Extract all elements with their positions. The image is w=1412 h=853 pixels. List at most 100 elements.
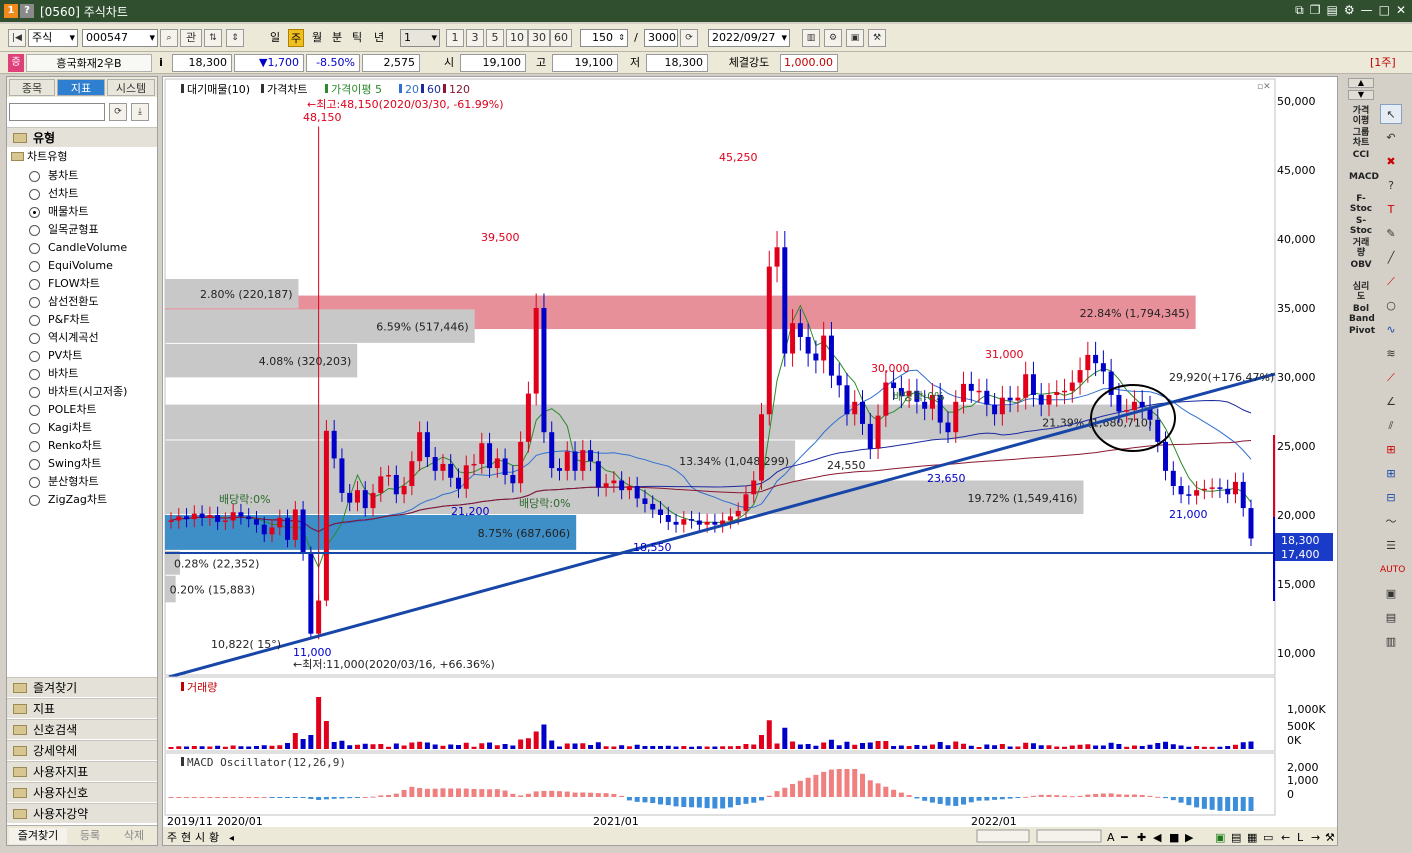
link-icon[interactable]: ⧉ <box>1295 3 1304 18</box>
interval-10[interactable]: 10 <box>506 29 528 47</box>
radio-button[interactable] <box>29 458 40 470</box>
download-icon[interactable]: ⤓ <box>131 103 149 121</box>
chart-type-item[interactable]: PV차트 <box>29 347 82 365</box>
period-tick[interactable]: 틱 <box>350 29 364 47</box>
folder-item[interactable]: 사용자신호 <box>7 782 157 802</box>
next-page-icon[interactable]: ▶ <box>1185 831 1194 844</box>
zoom-slider[interactable] <box>1036 829 1102 843</box>
folder-item[interactable]: 사용자강약 <box>7 803 157 823</box>
radio-button[interactable] <box>29 206 40 218</box>
scrollbar[interactable] <box>976 829 1030 843</box>
text-icon[interactable]: T <box>1380 200 1402 220</box>
settings-icon[interactable]: ⚙ <box>1344 3 1355 18</box>
chart-type-item[interactable]: POLE차트 <box>29 401 97 419</box>
period-day[interactable]: 일 <box>268 29 282 47</box>
chart-type-item[interactable]: Kagi차트 <box>29 419 92 437</box>
angle-icon[interactable]: ∠ <box>1380 392 1402 412</box>
radio-button[interactable] <box>29 440 40 452</box>
chart-type-item[interactable]: 바차트(시고저종) <box>29 383 127 401</box>
line-icon[interactable]: L <box>1297 831 1304 844</box>
radio-button[interactable] <box>29 368 40 380</box>
indicator-shortcut[interactable]: 그룹차트 <box>1349 128 1373 148</box>
interval-5[interactable]: 5 <box>486 29 504 47</box>
sync-icon[interactable]: ⇅ <box>204 29 222 47</box>
report-icon[interactable]: ▤ <box>1380 608 1402 628</box>
radio-button[interactable] <box>29 422 40 434</box>
close-icon[interactable]: ✕ <box>1396 3 1406 18</box>
chart-type-item[interactable]: 매물차트 <box>29 203 88 221</box>
grid-icon[interactable]: ▦ <box>1247 831 1257 844</box>
trendline-icon[interactable]: ╱ <box>1380 248 1402 268</box>
indicator-shortcut[interactable]: 심리도 <box>1349 282 1373 302</box>
indicator-search-input[interactable] <box>9 103 105 121</box>
watch-button[interactable]: 관 <box>180 29 202 47</box>
chart-icon[interactable]: ▥ <box>802 29 820 47</box>
auto-icon[interactable]: AUTO <box>1380 560 1405 580</box>
tab-market[interactable]: 시 <box>195 831 205 844</box>
indicator-shortcut[interactable]: 가격이평 <box>1349 106 1373 126</box>
cycle-icon[interactable]: ∿ <box>1380 320 1402 340</box>
folder-item[interactable]: 지표 <box>7 698 157 718</box>
radio-button[interactable] <box>29 170 40 182</box>
group-header[interactable]: 유형 <box>7 127 157 147</box>
chart-type-item[interactable]: 선차트 <box>29 185 78 203</box>
folder-item[interactable]: 강세약세 <box>7 740 157 760</box>
chart-type-item[interactable]: 봉차트 <box>29 167 78 185</box>
scroll-down-icon[interactable]: ▼ <box>1348 90 1374 100</box>
window-icon[interactable]: ▣ <box>1380 584 1402 604</box>
grid-fan-icon[interactable]: ⊟ <box>1380 488 1402 508</box>
fan-icon[interactable]: ⫽ <box>1380 416 1402 436</box>
tab-stock[interactable]: 종목 <box>9 79 55 96</box>
scroll-left-icon[interactable]: ◂ <box>229 833 234 844</box>
undo-icon[interactable]: ↶ <box>1380 128 1402 148</box>
tab-favorites[interactable]: 즐겨찾기 <box>9 828 67 844</box>
indicator-shortcut[interactable]: Pivot <box>1349 326 1375 336</box>
total-input[interactable]: 3000 <box>644 29 678 47</box>
date-picker[interactable]: 2022/09/27 ▾ <box>708 29 790 47</box>
folder-item[interactable]: 즐겨찾기 <box>7 677 157 697</box>
auto-icon[interactable]: A <box>1107 831 1115 844</box>
fibonacci-icon[interactable]: ⟋ <box>1380 368 1402 388</box>
delete-all-icon[interactable]: ✖ <box>1380 152 1402 172</box>
refresh-icon[interactable]: ⟳ <box>109 103 127 121</box>
market-select[interactable]: 주식 ▾ <box>28 29 78 47</box>
zoom-in-icon[interactable]: ✚ <box>1137 831 1146 844</box>
period-year[interactable]: 년 <box>372 29 386 47</box>
stop-icon[interactable]: ■ <box>1169 831 1179 844</box>
radio-button[interactable] <box>29 314 40 326</box>
radio-button[interactable] <box>29 296 40 308</box>
indicator-shortcut[interactable]: OBV <box>1349 260 1373 270</box>
chart-type-item[interactable]: 삼선전환도 <box>29 293 99 311</box>
chart-type-item[interactable]: EquiVolume <box>29 257 113 275</box>
paint-icon[interactable]: ✎ <box>1380 224 1402 244</box>
grid-line-icon[interactable]: ⊞ <box>1380 464 1402 484</box>
stock-chart[interactable]: 22.84% (1,794,345) 2.80% (220,187) 6.59% (… <box>163 77 1337 845</box>
count-input[interactable]: 150 ⇕ <box>580 29 628 47</box>
indicator-shortcut[interactable]: CCI <box>1349 150 1373 160</box>
indicator-shortcut[interactable]: F-Stoc <box>1349 194 1373 214</box>
chart-type-item[interactable]: CandleVolume <box>29 239 127 257</box>
folder-item[interactable]: 사용자지표 <box>7 761 157 781</box>
radio-button[interactable] <box>29 332 40 344</box>
save-icon[interactable]: ▤ <box>1231 831 1241 844</box>
zoom-out-icon[interactable]: ━ <box>1120 831 1128 844</box>
tools-icon[interactable]: ⚒ <box>868 29 886 47</box>
spinner-icon[interactable]: ⇕ <box>618 30 625 46</box>
stock-code-input[interactable]: 000547 ▾ <box>82 29 158 47</box>
radio-button[interactable] <box>29 224 40 236</box>
indicator-shortcut[interactable]: Bol Band <box>1349 304 1375 324</box>
gann-icon[interactable]: ⊞ <box>1380 440 1402 460</box>
radio-button[interactable] <box>29 242 40 254</box>
maximize-icon[interactable]: □ <box>1379 3 1390 18</box>
circle-icon[interactable]: ○ <box>1380 296 1402 316</box>
radio-button[interactable] <box>29 476 40 488</box>
wave-icon[interactable]: 〜 <box>1380 512 1402 532</box>
ray-icon[interactable]: ⟋ <box>1380 272 1402 292</box>
scroll-up-icon[interactable]: ▲ <box>1348 78 1374 88</box>
bar-chart-icon[interactable]: ▥ <box>1380 632 1402 652</box>
forward-icon[interactable]: → <box>1311 831 1320 844</box>
channel-icon[interactable]: ≋ <box>1380 344 1402 364</box>
window-icon[interactable]: ▭ <box>1263 831 1273 844</box>
register-button[interactable]: 등록 <box>69 828 111 844</box>
prev-stock-icon[interactable]: |◀ <box>8 29 26 47</box>
